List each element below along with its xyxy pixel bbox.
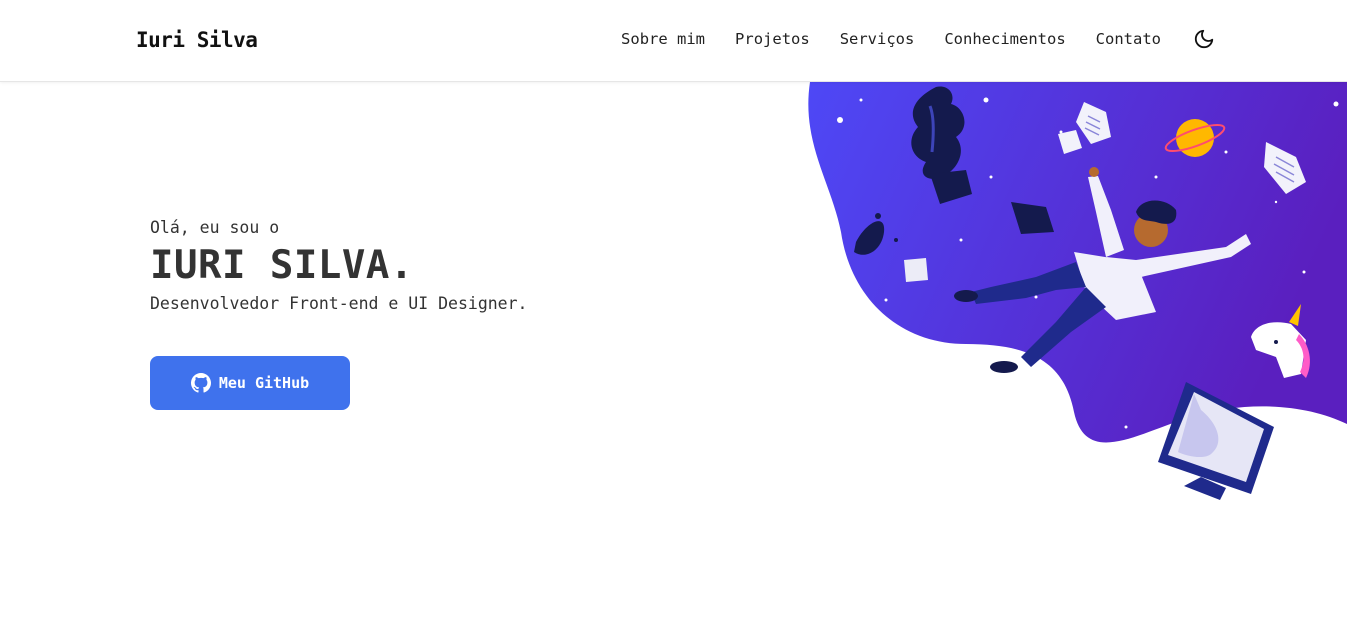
github-button-label: Meu GitHub	[218, 374, 310, 392]
hero-illustration	[808, 82, 1347, 500]
github-icon	[190, 373, 211, 393]
nav-item-sobre-mim[interactable]: Sobre mim	[621, 30, 705, 48]
hero-greeting: Olá, eu sou o	[150, 218, 280, 237]
nav-item-servicos[interactable]: Serviços	[840, 30, 915, 48]
brand-logo[interactable]: Iuri Silva	[136, 28, 258, 52]
github-button[interactable]: Meu GitHub	[150, 356, 350, 410]
hero-intro: Olá, eu sou o IURI SILVA. Desenvolvedor …	[150, 218, 528, 313]
nav-item-contato[interactable]: Contato	[1096, 30, 1161, 48]
nav-menu: Sobre mim Projetos Serviços Conhecimento…	[621, 30, 1161, 48]
navbar: Iuri Silva Sobre mim Projetos Serviços C…	[0, 0, 1347, 82]
nav-item-projetos[interactable]: Projetos	[735, 30, 810, 48]
hero-name: IURI SILVA.	[150, 243, 414, 288]
nav-item-conhecimentos[interactable]: Conhecimentos	[944, 30, 1065, 48]
moon-icon[interactable]	[1193, 28, 1215, 50]
hero-role: Desenvolvedor Front-end e UI Designer.	[150, 294, 528, 313]
